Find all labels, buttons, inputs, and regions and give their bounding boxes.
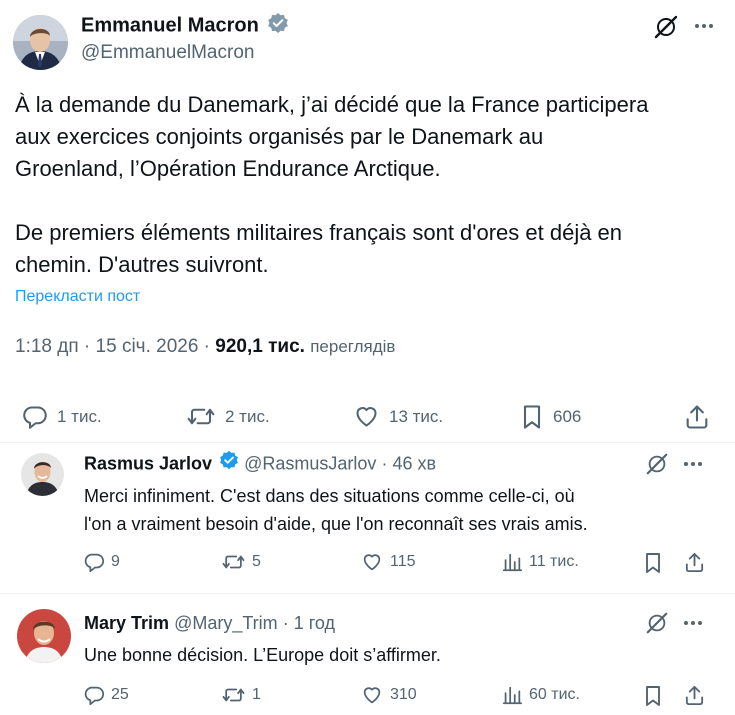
bookmark-count: 606: [553, 407, 582, 426]
bookmark-button[interactable]: 606: [520, 403, 581, 431]
views-chart-icon: [501, 551, 523, 573]
like-button[interactable]: 13 тис.: [353, 403, 443, 430]
heart-icon: [353, 403, 380, 430]
reply-header: Mary Trim @Mary_Trim · 1 год: [84, 613, 335, 634]
share-icon[interactable]: [683, 684, 706, 707]
bookmark-icon[interactable]: [643, 684, 663, 708]
like-count: 13 тис.: [389, 406, 444, 426]
reply-header: Rasmus Jarlov @RasmusJarlov · 46 хв: [84, 450, 436, 477]
views-button[interactable]: 11 тис.: [501, 551, 579, 573]
reply-handle[interactable]: @Mary_Trim: [174, 613, 278, 633]
views-label: переглядів: [310, 337, 396, 356]
reply-handle[interactable]: @RasmusJarlov: [244, 453, 376, 473]
bookmark-icon: [520, 403, 544, 431]
grok-icon[interactable]: [645, 611, 669, 635]
reply-avatar[interactable]: [21, 453, 64, 496]
reply-text: Merci infiniment. C'est dans des situati…: [84, 482, 588, 538]
reply-time[interactable]: 1 год: [294, 613, 335, 633]
reply-button[interactable]: 9: [83, 551, 120, 573]
repost-count: 5: [252, 553, 261, 570]
heart-icon: [361, 684, 383, 706]
post-text-line: aux exercices conjoints organisés par le…: [15, 124, 544, 149]
macron-portrait-image: [13, 15, 68, 70]
verified-badge-icon: [219, 450, 239, 475]
repost-icon: [221, 551, 246, 573]
reply-time[interactable]: 46 хв: [392, 453, 436, 473]
meta-separator: ·: [203, 336, 210, 357]
heart-icon: [361, 551, 383, 573]
reply-count: 1 тис.: [57, 406, 102, 426]
reply-count: 25: [111, 686, 129, 703]
author-handle[interactable]: @EmmanuelMacron: [81, 42, 254, 64]
repost-count: 1: [252, 686, 261, 703]
repost-button[interactable]: 2 тис.: [186, 403, 270, 430]
repost-icon: [221, 684, 246, 706]
translate-post-link[interactable]: Перекласти пост: [15, 288, 140, 306]
trim-portrait-image: [17, 609, 71, 663]
main-post-avatar[interactable]: [13, 15, 68, 70]
reply-author-name[interactable]: Mary Trim: [84, 613, 169, 633]
reply-icon: [21, 403, 48, 430]
post-text-line: À la demande du Danemark, j’ai décidé qu…: [15, 92, 649, 117]
grok-icon[interactable]: [645, 452, 669, 476]
like-count: 310: [390, 686, 417, 703]
share-icon[interactable]: [683, 551, 706, 574]
like-button[interactable]: 310: [361, 684, 417, 706]
reply-text-line: l'on a vraiment besoin d'aide, que l'on …: [84, 514, 588, 534]
views-count: 60 тис.: [529, 686, 580, 703]
views-chart-icon: [501, 684, 523, 706]
meta-separator: ·: [381, 453, 388, 474]
reply-avatar[interactable]: [17, 609, 71, 663]
meta-separator: ·: [282, 613, 289, 633]
repost-count: 2 тис.: [225, 406, 270, 426]
repost-button[interactable]: 5: [221, 551, 261, 573]
reply-author-name[interactable]: Rasmus Jarlov: [84, 453, 212, 473]
reply-icon: [83, 684, 105, 706]
divider: [0, 442, 735, 443]
reply-text: Une bonne décision. L’Europe doit s’affi…: [84, 641, 441, 669]
post-meta: 1:18 дп · 15 січ. 2026 · 920,1 тис. пере…: [15, 336, 395, 358]
like-button[interactable]: 115: [361, 551, 416, 573]
share-icon[interactable]: [683, 403, 711, 431]
reply-count: 9: [111, 553, 120, 570]
main-post-text: À la demande du Danemark, j’ai décidé qu…: [15, 89, 648, 281]
post-text-line: chemin. D'autres suivront.: [15, 252, 269, 277]
reply-button[interactable]: 25: [83, 684, 129, 706]
views-button[interactable]: 60 тис.: [501, 684, 580, 706]
reply-text-line: Une bonne décision. L’Europe doit s’affi…: [84, 645, 441, 665]
grok-icon[interactable]: [653, 14, 679, 40]
reply-button[interactable]: 1 тис.: [21, 403, 102, 430]
reply-icon: [83, 551, 105, 573]
bookmark-icon[interactable]: [643, 551, 663, 575]
verified-badge-icon: [267, 12, 289, 39]
views-count: 11 тис.: [529, 553, 579, 570]
divider: [0, 593, 735, 594]
main-author-row: Emmanuel Macron: [81, 12, 289, 41]
more-options-icon[interactable]: [684, 462, 702, 466]
post-text-line: De premiers éléments militaires français…: [15, 220, 623, 245]
author-name[interactable]: Emmanuel Macron: [81, 15, 259, 37]
jarlov-portrait-image: [21, 453, 64, 496]
more-options-icon[interactable]: [684, 621, 702, 625]
like-count: 115: [390, 553, 416, 570]
post-date[interactable]: 15 січ. 2026: [96, 336, 199, 357]
views-count: 920,1 тис.: [215, 336, 305, 357]
reply-text-line: Merci infiniment. C'est dans des situati…: [84, 486, 575, 506]
meta-separator: ·: [83, 336, 91, 357]
repost-icon: [186, 403, 216, 430]
more-options-icon[interactable]: [695, 24, 713, 28]
post-time[interactable]: 1:18 дп: [15, 336, 79, 357]
post-text-line: Groenland, l’Opération Endurance Arctiqu…: [15, 156, 441, 181]
repost-button[interactable]: 1: [221, 684, 261, 706]
